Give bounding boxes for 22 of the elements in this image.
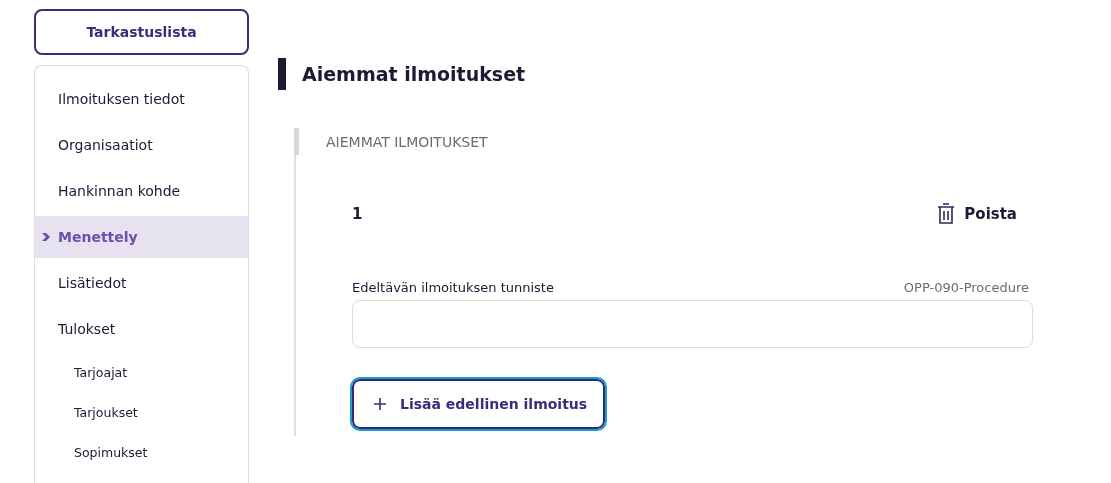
input-field[interactable] (352, 300, 1033, 348)
field-code: OPP-090-Procedure (903, 280, 1030, 295)
trash-icon (937, 203, 956, 225)
section-label: AIEMMAT ILMOITUKSET (326, 134, 488, 150)
nav-item[interactable]: Lisätiedot (35, 260, 248, 306)
add-button[interactable]: Lisää edellinen ilmoitus (352, 379, 606, 429)
nav-subitem[interactable]: Sopimukset (35, 432, 248, 472)
heading-bar (278, 58, 286, 90)
nav-item[interactable]: Organisaatiot (35, 122, 248, 168)
nav-item[interactable]: Tulokset (35, 306, 248, 352)
page-heading: Aiemmat ilmoitukset (302, 63, 526, 85)
chevron-icon (41, 232, 51, 242)
remove-button[interactable]: Poista (937, 203, 1033, 225)
nav-subitem[interactable]: Tarjoajat (35, 352, 248, 392)
nav-subitem[interactable]: Tarjoukset (35, 392, 248, 432)
nav-item[interactable]: Ilmoituksen tiedot (35, 76, 248, 122)
entry-number: 1 (352, 205, 363, 223)
field-label: Edeltävän ilmoituksen tunniste (352, 280, 554, 295)
plus-icon (374, 398, 386, 410)
nav-item[interactable]: Menettely (35, 216, 248, 258)
checklist-button[interactable]: Tarkastuslista (34, 9, 249, 55)
nav-item[interactable]: Hankinnan kohde (35, 168, 248, 214)
